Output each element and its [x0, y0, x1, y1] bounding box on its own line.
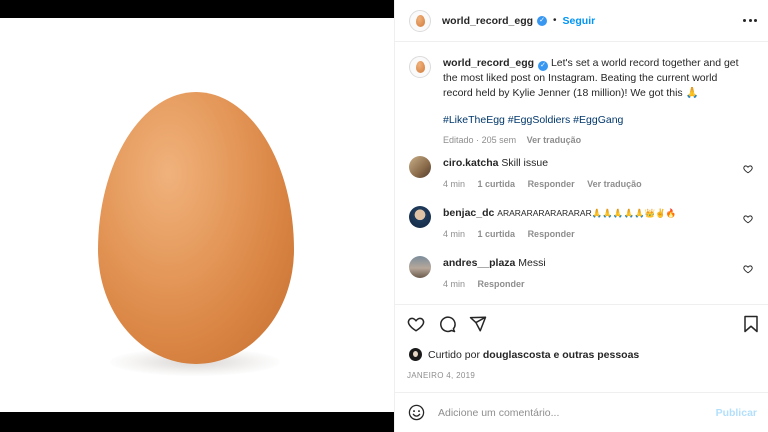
- comment-like-icon[interactable]: [743, 214, 753, 224]
- meta-separator: ·: [476, 134, 480, 145]
- liked-by: Curtido por douglascosta e outras pessoa…: [409, 348, 639, 361]
- comment-text: Skill issue: [501, 157, 549, 169]
- comment-username[interactable]: andres__plaza: [443, 257, 515, 269]
- bookmark-icon[interactable]: [743, 315, 759, 333]
- verified-badge-icon: ✓: [538, 61, 549, 71]
- caption-age[interactable]: 205 sem: [482, 135, 517, 145]
- add-comment-bar: Publicar: [395, 392, 768, 432]
- comment-meta: 4 min 1 curtida Responder Ver tradução: [443, 177, 733, 191]
- comment-item: ciro.katcha Skill issue 4 min 1 curtida …: [409, 156, 759, 191]
- caption-text-block: world_record_egg ✓ Let's set a world reco…: [443, 56, 743, 147]
- liked-by-prefix: Curtido por: [428, 348, 480, 361]
- avatar[interactable]: [409, 256, 431, 278]
- caption-username[interactable]: world_record_egg: [443, 57, 534, 69]
- reply-button[interactable]: Responder: [478, 279, 525, 289]
- comment-likes[interactable]: 1 curtida: [478, 179, 516, 189]
- liked-by-suffix[interactable]: e outras pessoas: [553, 349, 639, 361]
- egg-image: [98, 92, 294, 364]
- comment-text: Messi: [518, 257, 546, 269]
- post-panel: world_record_egg ✓ • Seguir world_record…: [394, 0, 768, 432]
- caption: world_record_egg ✓ Let's set a world reco…: [409, 56, 759, 147]
- comment-username[interactable]: benjac_dc: [443, 207, 494, 219]
- avatar[interactable]: [409, 156, 431, 178]
- comment-age[interactable]: 4 min: [443, 179, 465, 189]
- publish-button[interactable]: Publicar: [716, 407, 757, 419]
- more-icon[interactable]: [743, 14, 757, 26]
- reply-button[interactable]: Responder: [528, 179, 575, 189]
- comment-icon[interactable]: [438, 315, 456, 333]
- liked-by-user[interactable]: douglascosta: [483, 349, 551, 361]
- comment-text: ARARARARARARARAR🙏🙏🙏🙏🙏👑✌🔥: [497, 208, 677, 218]
- post-media[interactable]: [0, 0, 394, 432]
- heart-icon[interactable]: [407, 315, 425, 333]
- post-date[interactable]: JANEIRO 4, 2019: [407, 371, 475, 380]
- comment-like-icon[interactable]: [743, 164, 753, 174]
- comment-meta: 4 min Responder: [443, 277, 733, 291]
- edited-label: Editado: [443, 134, 474, 145]
- follow-button[interactable]: Seguir: [563, 15, 596, 27]
- comment-item: andres__plaza Messi 4 min Responder: [409, 256, 759, 291]
- verified-badge-icon: ✓: [537, 15, 548, 26]
- post-username[interactable]: world_record_egg: [442, 15, 533, 27]
- comment-body: andres__plaza Messi 4 min Responder: [443, 256, 733, 291]
- comment-item: benjac_dc ARARARARARARARAR🙏🙏🙏🙏🙏👑✌🔥 4 min…: [409, 206, 759, 241]
- emoji-icon[interactable]: [408, 404, 425, 421]
- comment-body: benjac_dc ARARARARARARARAR🙏🙏🙏🙏🙏👑✌🔥 4 min…: [443, 206, 733, 241]
- avatar[interactable]: [409, 9, 431, 32]
- caption-avatar[interactable]: [409, 56, 431, 78]
- comment-age[interactable]: 4 min: [443, 279, 465, 289]
- avatar[interactable]: [409, 348, 422, 361]
- caption-hashtags[interactable]: #LikeTheEgg #EggSoldiers #EggGang: [443, 113, 743, 128]
- see-translation-link[interactable]: Ver tradução: [587, 179, 642, 189]
- action-icons: [407, 315, 487, 333]
- share-icon[interactable]: [469, 315, 487, 333]
- comment-username[interactable]: ciro.katcha: [443, 157, 498, 169]
- comment-likes[interactable]: 1 curtida: [478, 229, 516, 239]
- see-translation-link[interactable]: Ver tradução: [527, 135, 582, 145]
- comment-meta: 4 min 1 curtida Responder: [443, 227, 733, 241]
- egg-photo: [0, 18, 394, 412]
- post-header: world_record_egg ✓ • Seguir: [395, 0, 768, 42]
- reply-button[interactable]: Responder: [528, 229, 575, 239]
- comment-like-icon[interactable]: [743, 264, 753, 274]
- actions-block: Curtido por douglascosta e outras pessoa…: [395, 304, 768, 392]
- comments-area[interactable]: world_record_egg ✓ Let's set a world reco…: [395, 42, 768, 304]
- comment-body: ciro.katcha Skill issue 4 min 1 curtida …: [443, 156, 733, 191]
- avatar[interactable]: [409, 206, 431, 228]
- caption-meta: Editado · 205 sem Ver tradução: [443, 133, 743, 148]
- comment-age[interactable]: 4 min: [443, 229, 465, 239]
- dot-separator: •: [553, 15, 557, 26]
- comment-input[interactable]: [438, 406, 708, 419]
